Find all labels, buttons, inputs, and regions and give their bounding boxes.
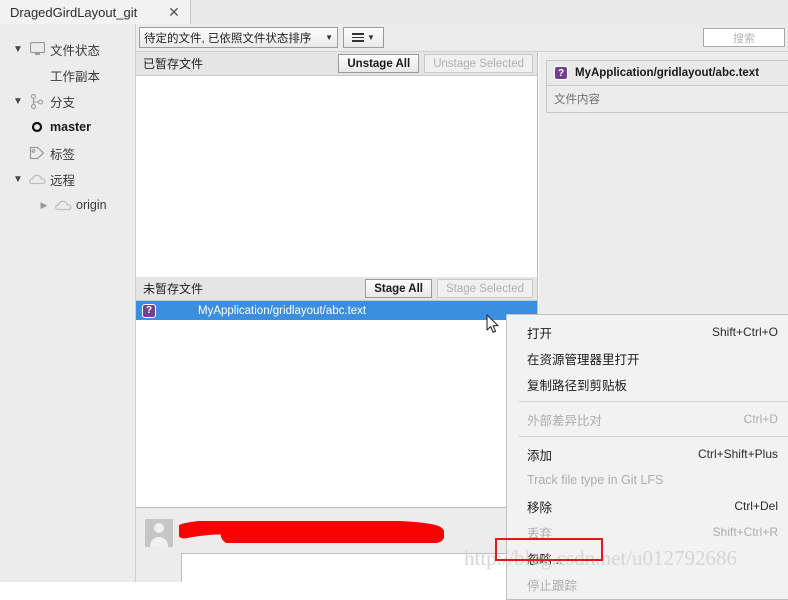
menu-item-label: 移除: [527, 500, 553, 515]
table-row[interactable]: ? MyApplication/gridlayout/abc.text: [136, 301, 537, 320]
stage-all-button[interactable]: Stage All: [365, 279, 432, 298]
preview-file-name: MyApplication/gridlayout/abc.text: [575, 67, 760, 79]
unstaged-files-list[interactable]: ? MyApplication/gridlayout/abc.text: [136, 301, 537, 479]
status-badge: ?: [554, 66, 568, 80]
branch-icon: [26, 93, 48, 109]
sidebar-item-label: 分支: [50, 95, 76, 110]
file-name: MyApplication/gridlayout/abc.text: [198, 304, 367, 317]
menu-item-label: 停止跟踪: [527, 578, 578, 593]
menu-item-copy-path[interactable]: 复制路径到剪贴板: [507, 371, 788, 397]
status-badge: ?: [142, 303, 156, 318]
context-menu[interactable]: 打开 Shift+Ctrl+O 在资源管理器里打开 复制路径到剪贴板 外部差异比…: [506, 314, 788, 600]
menu-item-add[interactable]: 添加 Ctrl+Shift+Plus: [507, 441, 788, 467]
file-lists-column: 已暂存文件 Unstage All Unstage Selected 未暂存文件…: [136, 52, 538, 582]
menu-item-label: 在资源管理器里打开: [527, 352, 640, 367]
sidebar-item-tags[interactable]: 标签: [0, 140, 135, 166]
sidebar-item-origin[interactable]: ▶ origin: [0, 192, 135, 218]
menu-item-remove[interactable]: 移除 Ctrl+Del: [507, 493, 788, 519]
chevron-down-icon[interactable]: ▼: [10, 44, 26, 55]
unstaged-files-title: 未暂存文件: [143, 282, 204, 296]
search-input[interactable]: 搜索: [703, 28, 785, 47]
chevron-down-icon: ▼: [325, 33, 333, 42]
cloud-icon: [26, 173, 48, 185]
sidebar-item-label: 工作副本: [50, 69, 101, 84]
sidebar-item-label: 文件状态: [50, 43, 101, 58]
menu-item-discard: 丢弃 Shift+Ctrl+R: [507, 519, 788, 545]
circle-icon: [26, 121, 48, 133]
staged-files-title: 已暂存文件: [143, 57, 204, 71]
file-filter-value: 待定的文件, 已依照文件状态排序: [144, 32, 312, 45]
menu-item-open-in-explorer[interactable]: 在资源管理器里打开: [507, 345, 788, 371]
menu-separator: [519, 436, 788, 437]
sidebar-item-label: origin: [76, 198, 107, 212]
unstaged-files-header: 未暂存文件 Stage All Stage Selected: [136, 277, 537, 301]
file-filter-dropdown[interactable]: 待定的文件, 已依照文件状态排序 ▼: [139, 27, 338, 48]
preview-body: 文件内容: [547, 86, 788, 112]
menu-item-label: 打开: [527, 326, 553, 341]
unstage-all-button[interactable]: Unstage All: [338, 54, 420, 73]
chevron-down-icon: ▼: [367, 33, 375, 42]
staged-files-list[interactable]: [136, 76, 537, 277]
menu-item-label: 忽略...: [527, 552, 563, 567]
menu-item-ignore[interactable]: 忽略...: [507, 545, 788, 571]
menu-item-label: 复制路径到剪贴板: [527, 378, 628, 393]
menu-item-label: 丢弃: [527, 526, 553, 541]
cloud-icon: [52, 199, 74, 211]
avatar: [145, 519, 173, 547]
sidebar-item-label: master: [50, 120, 91, 134]
menu-item-shortcut: Shift+Ctrl+O: [711, 325, 778, 339]
menu-item-label: Track file type in Git LFS: [527, 473, 664, 487]
search-placeholder: 搜索: [733, 32, 755, 45]
menu-item-external-diff: 外部差异比对 Ctrl+D: [507, 406, 788, 432]
menu-item-shortcut: Ctrl+Shift+Plus: [697, 447, 778, 461]
menu-item-track-git-lfs: Track file type in Git LFS: [507, 467, 788, 493]
view-mode-button[interactable]: ▼: [343, 27, 384, 48]
sidebar-item-branches[interactable]: ▼ 分支: [0, 88, 135, 114]
unstage-selected-button: Unstage Selected: [424, 54, 533, 73]
chevron-right-icon[interactable]: ▶: [36, 200, 52, 211]
menu-item-stop-tracking: 停止跟踪: [507, 571, 788, 597]
staged-files-header: 已暂存文件 Unstage All Unstage Selected: [136, 52, 537, 76]
tab-bar: DragedGirdLayout_git ✕: [0, 0, 788, 25]
commit-message-input[interactable]: [181, 553, 530, 582]
sidebar: ▼ 文件状态 工作副本 ▼ 分支 master 标签 ▼ 远程 ▶ origin: [0, 24, 136, 582]
preview-header: ? MyApplication/gridlayout/abc.text: [547, 61, 788, 86]
list-view-icon: [352, 33, 365, 42]
close-icon[interactable]: ✕: [166, 5, 182, 19]
preview-body-text: 文件内容: [554, 94, 600, 106]
toolbar: 待定的文件, 已依照文件状态排序 ▼ ▼ 搜索: [136, 24, 788, 52]
sidebar-item-master[interactable]: master: [0, 114, 135, 140]
menu-item-label: 添加: [527, 448, 553, 463]
chevron-down-icon[interactable]: ▼: [10, 174, 26, 185]
chevron-down-icon[interactable]: ▼: [10, 96, 26, 107]
sidebar-item-label: 标签: [50, 147, 76, 162]
menu-separator: [519, 401, 788, 402]
tag-icon: [26, 146, 48, 160]
monitor-icon: [26, 42, 48, 56]
commit-area: [136, 507, 538, 582]
menu-item-shortcut: Ctrl+Del: [734, 499, 778, 513]
menu-item-label: 外部差异比对: [527, 413, 603, 428]
menu-item-shortcut: Shift+Ctrl+R: [712, 525, 778, 539]
tab-draged-gird-layout-git[interactable]: DragedGirdLayout_git ✕: [0, 0, 191, 24]
stage-selected-button: Stage Selected: [436, 279, 533, 298]
redaction-scribble: [179, 521, 444, 543]
menu-item-shortcut: Ctrl+D: [743, 412, 778, 426]
file-preview-card: ? MyApplication/gridlayout/abc.text 文件内容: [546, 60, 788, 113]
sidebar-item-label: 远程: [50, 173, 76, 188]
menu-item-open[interactable]: 打开 Shift+Ctrl+O: [507, 319, 788, 345]
sidebar-item-file-status[interactable]: ▼ 文件状态: [0, 36, 135, 62]
sidebar-item-working-copy[interactable]: 工作副本: [0, 62, 135, 88]
tab-label: DragedGirdLayout_git: [10, 4, 138, 20]
sidebar-item-remotes[interactable]: ▼ 远程: [0, 166, 135, 192]
